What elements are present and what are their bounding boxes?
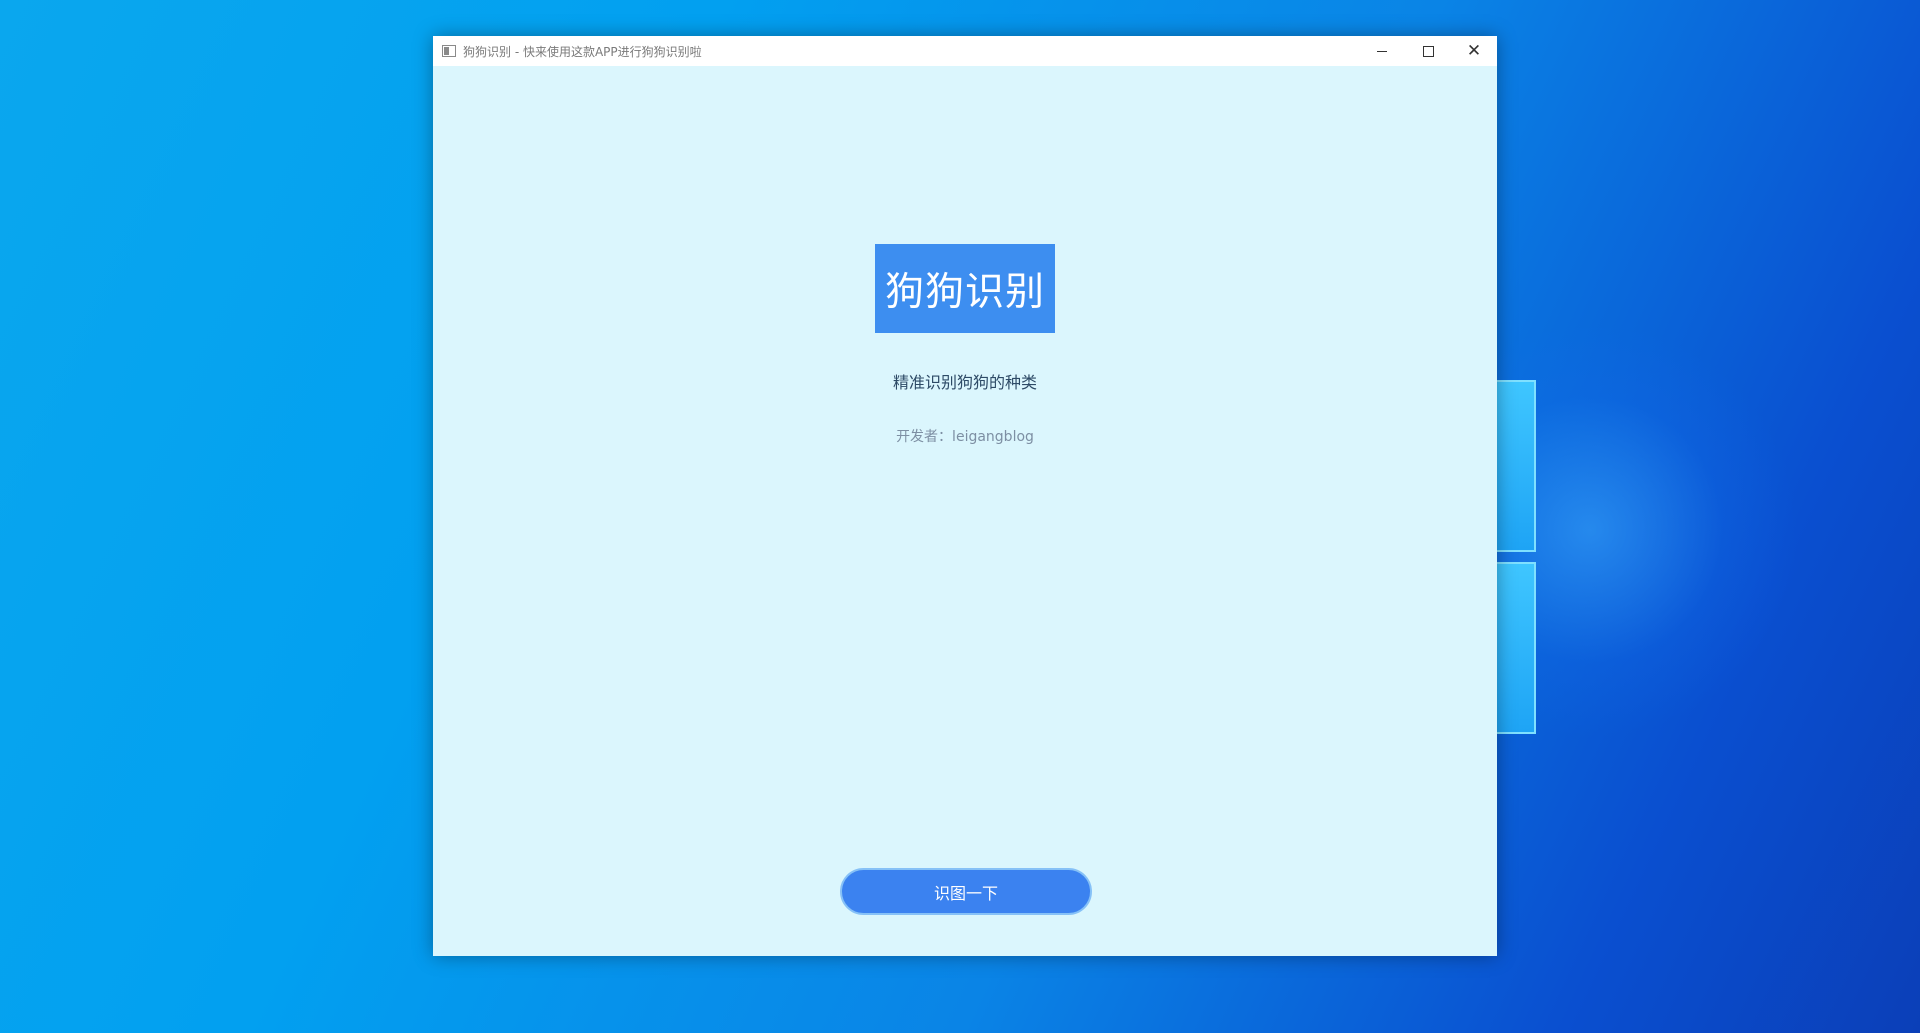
app-window: 狗狗识别 - 快来使用这款APP进行狗狗识别啦 ✕ 狗狗识别 精准识别狗狗的种类… <box>433 36 1497 956</box>
window-controls: ✕ <box>1359 36 1497 66</box>
maximize-button[interactable] <box>1405 36 1451 66</box>
minimize-button[interactable] <box>1359 36 1405 66</box>
close-button[interactable]: ✕ <box>1451 36 1497 66</box>
close-icon: ✕ <box>1466 40 1482 61</box>
app-logo: 狗狗识别 <box>875 244 1055 333</box>
title-bar[interactable]: 狗狗识别 - 快来使用这款APP进行狗狗识别啦 ✕ <box>433 36 1497 66</box>
maximize-icon <box>1422 45 1434 57</box>
minimize-icon <box>1377 50 1387 52</box>
developer-credit: 开发者：leigangblog <box>896 429 1034 445</box>
app-subtitle: 精准识别狗狗的种类 <box>892 373 1037 392</box>
window-title: 狗狗识别 - 快来使用这款APP进行狗狗识别啦 <box>463 44 702 59</box>
recognize-image-button[interactable]: 识图一下 <box>840 868 1092 915</box>
app-window-icon <box>442 45 456 57</box>
